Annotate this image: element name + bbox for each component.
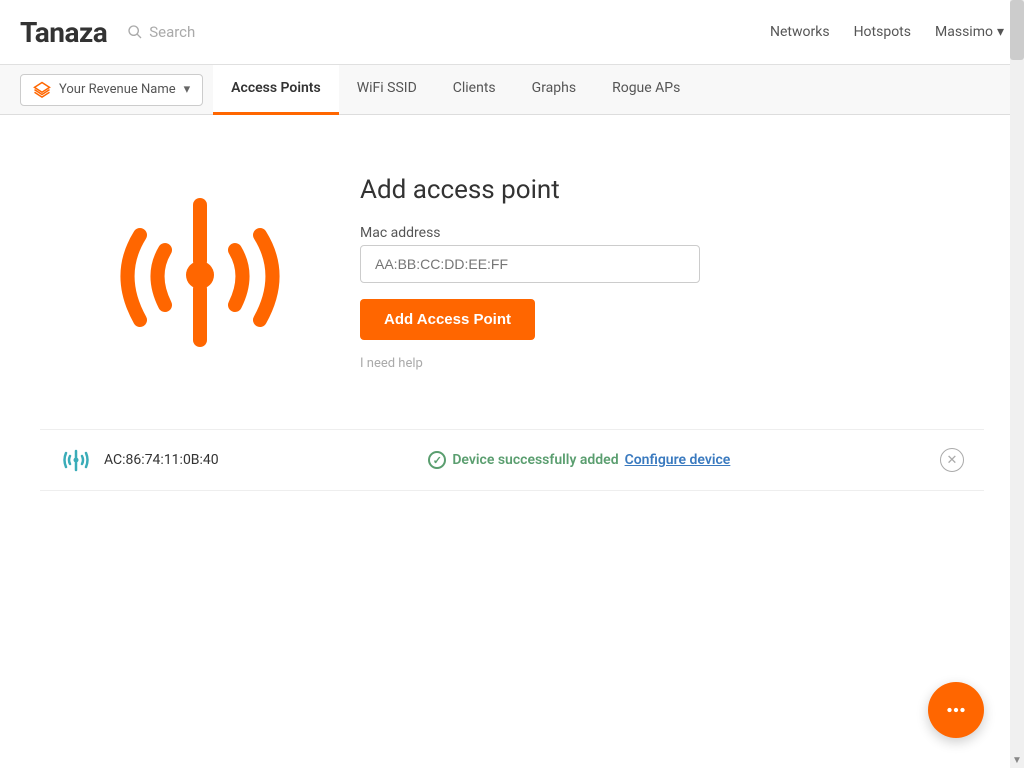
success-message: ✓ Device successfully added Configure de… [428,451,730,469]
configure-link[interactable]: Configure device [625,452,731,468]
user-name: Massimo [935,24,993,40]
header-right: Networks Hotspots Massimo ▾ [770,24,1004,40]
success-text: Device successfully added [452,452,618,468]
user-dropdown-icon: ▾ [997,24,1004,40]
logo: Tanaza [20,16,107,49]
scrollbar-down[interactable]: ▼ [1010,755,1024,766]
org-selector[interactable]: Your Revenue Name ▾ [20,74,203,106]
subnav: Your Revenue Name ▾ Access Points WiFi S… [0,65,1024,115]
main-content: Add access point Mac address Add Access … [0,115,1024,511]
help-link[interactable]: I need help [360,356,700,371]
tab-wifi-ssid[interactable]: WiFi SSID [339,65,435,115]
content-area: Add access point Mac address Add Access … [40,155,984,419]
tab-graphs[interactable]: Graphs [514,65,594,115]
tab-access-points[interactable]: Access Points [213,65,339,115]
chat-button[interactable] [928,682,984,738]
user-menu[interactable]: Massimo ▾ [935,24,1004,40]
search-box[interactable]: Search [127,23,195,41]
search-label: Search [149,23,195,41]
close-success-button[interactable]: ✕ [940,448,964,472]
org-dropdown-icon: ▾ [184,82,191,97]
org-name: Your Revenue Name [59,82,176,97]
scrollbar-thumb[interactable] [1010,0,1024,60]
device-info: AC:86:74:11:0B:40 [60,444,219,476]
check-icon: ✓ [428,451,446,469]
layers-icon [33,81,51,99]
success-row: AC:86:74:11:0B:40 ✓ Device successfully … [40,429,984,491]
nav-networks[interactable]: Networks [770,24,830,40]
form-title: Add access point [360,175,700,205]
mac-label: Mac address [360,225,700,241]
header-left: Tanaza Search [20,16,195,49]
tab-clients[interactable]: Clients [435,65,514,115]
search-icon [127,24,143,40]
chat-icon [943,697,969,723]
nav-hotspots[interactable]: Hotspots [854,24,911,40]
add-access-point-form: Add access point Mac address Add Access … [360,175,700,371]
device-wifi-icon [60,444,92,476]
device-mac: AC:86:74:11:0B:40 [104,452,219,468]
wifi-icon-container [100,175,300,379]
mac-address-input[interactable] [360,245,700,283]
access-point-icon [100,175,300,375]
add-access-point-button[interactable]: Add Access Point [360,299,535,340]
scrollbar[interactable]: ▲ ▼ [1010,0,1024,768]
tab-rogue-aps[interactable]: Rogue APs [594,65,698,115]
header: Tanaza Search Networks Hotspots Massimo … [0,0,1024,65]
